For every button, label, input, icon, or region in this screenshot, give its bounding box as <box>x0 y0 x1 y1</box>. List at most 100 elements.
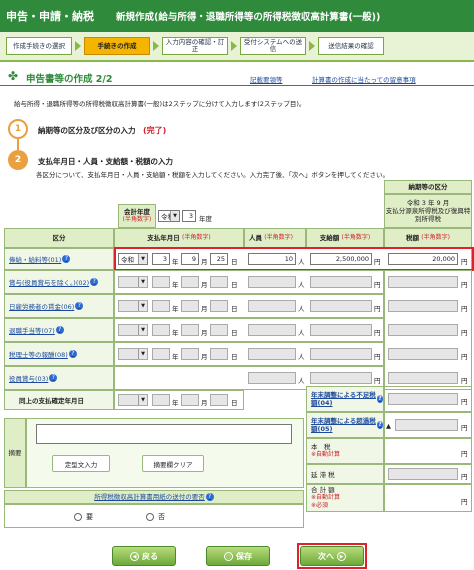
row3-month-input[interactable] <box>181 300 199 312</box>
row4-day-input[interactable] <box>210 324 228 336</box>
overpay-input[interactable] <box>388 393 458 405</box>
same-era-select[interactable]: ▼ <box>118 394 148 406</box>
row4-persons-input[interactable] <box>248 324 296 336</box>
row-label-shoyo[interactable]: 賞与(役員賞与を除く。)(02)? <box>4 270 114 294</box>
step-arrow <box>231 41 237 51</box>
excess-input[interactable] <box>395 419 458 431</box>
notes-link[interactable]: 計算書の作成に当たっての留意事項 <box>312 74 416 84</box>
row5-persons-input[interactable] <box>248 348 296 360</box>
row3-tax-input[interactable] <box>388 300 458 312</box>
fiscal-era-select[interactable]: 令和 ▼ <box>158 210 180 222</box>
excess-label[interactable]: 年末調整による超過税額(05)? <box>306 412 384 438</box>
app-title: 申告・申請・納税 <box>6 10 94 23</box>
overpay-label[interactable]: 年末調整による不足税額(04)? <box>306 386 384 412</box>
row4-month-input[interactable] <box>181 324 199 336</box>
same-date-label: 同上の支払確定年月日 <box>4 390 114 410</box>
radio-yes-circle[interactable] <box>74 513 82 521</box>
step-arrow <box>309 41 315 51</box>
row2-tax-input[interactable] <box>388 276 458 288</box>
page-title: 申告書等の作成 2/2 <box>26 74 113 85</box>
period-sub: 支払分源泉所得税及び復興特別所得税 <box>385 207 471 223</box>
row3-era-select[interactable]: ▼ <box>118 300 148 312</box>
row3-day-input[interactable] <box>210 300 228 312</box>
back-button[interactable]: ◀ 戻る <box>112 546 176 566</box>
row-label-yakuin[interactable]: 役員賞与(03)? <box>4 366 114 390</box>
summary-textarea[interactable] <box>36 424 292 444</box>
period-header: 令和 3 年 9 月 支払分源泉所得税及び復興特別所得税 <box>384 194 472 228</box>
help-icon[interactable]: ? <box>68 350 77 358</box>
row5-year-input[interactable] <box>152 348 170 360</box>
row2-amount-input[interactable] <box>310 276 372 288</box>
row-label-zeirishi[interactable]: 税理士等の報酬(08)? <box>4 342 114 366</box>
step-connector <box>17 139 19 150</box>
chevron-down-icon: ▼ <box>138 395 147 405</box>
same-day-input[interactable] <box>210 394 228 406</box>
row-label-kyuyo[interactable]: 俸給・給料等(01)? <box>4 248 114 270</box>
row2-day-input[interactable] <box>210 276 228 288</box>
row5-amount-input[interactable] <box>310 348 372 360</box>
row6-persons-input[interactable] <box>248 372 296 384</box>
help-icon[interactable]: ? <box>205 493 214 501</box>
help-icon[interactable]: ? <box>62 255 71 263</box>
app-header: 申告・申請・納税 新規作成(給与所得・退職所得等の所得税徴収高計算書(一般)) <box>0 0 474 32</box>
same-month-input[interactable] <box>181 394 199 406</box>
radio-no[interactable]: 否 <box>146 512 165 522</box>
col-tax: 税額 (半角数字) <box>384 228 472 248</box>
row3-amount-input[interactable] <box>310 300 372 312</box>
help-icon[interactable]: ? <box>90 278 99 286</box>
row3-year-input[interactable] <box>152 300 170 312</box>
attachment-question[interactable]: 所得税徴収高計算書用紙の送付の要否? <box>4 490 304 504</box>
summary-label: 摘要 <box>4 418 26 488</box>
honzei-cell <box>384 438 472 464</box>
step2-label: 支払年月日・人員・支給額・税額の入力 <box>38 157 173 166</box>
row-label-hiyatoi[interactable]: 日雇労務者の賃金(06)? <box>4 294 114 318</box>
unit-month: 月 <box>201 353 208 361</box>
row2-month-input[interactable] <box>181 276 199 288</box>
step1-label: 納期等の区分及び区分の入力 (完了) <box>38 126 167 135</box>
unit-yen: 円 <box>461 398 468 406</box>
col-amount: 支給額 (半角数字) <box>306 228 384 248</box>
row4-era-select[interactable]: ▼ <box>118 324 148 336</box>
progress-steps: 作成手続きの選択 手続きの作成 入力内容の確認・訂正 受付システムへの送信 送信… <box>0 32 474 62</box>
unit-month: 月 <box>201 399 208 407</box>
help-icon[interactable]: ? <box>376 395 383 403</box>
unit-yen: 円 <box>461 424 468 432</box>
radio-no-circle[interactable] <box>146 513 154 521</box>
row2-persons-input[interactable] <box>248 276 296 288</box>
unit-person: 人 <box>298 281 305 289</box>
row6-tax-input[interactable] <box>388 372 458 384</box>
unit-yen: 円 <box>461 377 468 385</box>
same-year-input[interactable] <box>152 394 170 406</box>
row5-day-input[interactable] <box>210 348 228 360</box>
row6-amount-input[interactable] <box>310 372 372 384</box>
help-icon[interactable]: ? <box>49 374 58 382</box>
row5-month-input[interactable] <box>181 348 199 360</box>
fiscal-year-input[interactable]: 3 <box>182 210 196 222</box>
summary-clear-button[interactable]: 摘要欄クリア <box>142 455 204 472</box>
row2-era-select[interactable]: ▼ <box>118 276 148 288</box>
row3-persons-input[interactable] <box>248 300 296 312</box>
help-icon[interactable]: ? <box>55 326 64 334</box>
unit-year: 年 <box>172 305 179 313</box>
period-title: 令和 3 年 9 月 <box>406 199 450 207</box>
row2-year-input[interactable] <box>152 276 170 288</box>
radio-yes[interactable]: 要 <box>74 512 93 522</box>
unit-day: 日 <box>231 329 238 337</box>
help-icon[interactable]: ? <box>75 302 84 310</box>
unit-person: 人 <box>298 353 305 361</box>
row4-amount-input[interactable] <box>310 324 372 336</box>
delay-input[interactable] <box>388 468 458 480</box>
row4-tax-input[interactable] <box>388 324 458 336</box>
guide-link[interactable]: 記載要領等 <box>250 74 283 84</box>
unit-year: 年 <box>172 329 179 337</box>
unit-year: 年 <box>172 281 179 289</box>
unit-yen: 円 <box>461 353 468 361</box>
save-button[interactable]: ○ 保存 <box>206 546 270 566</box>
fixed-text-button[interactable]: 定型文入力 <box>52 455 110 472</box>
row4-year-input[interactable] <box>152 324 170 336</box>
row5-tax-input[interactable] <box>388 348 458 360</box>
step-result: 送信結果の確認 <box>318 37 384 55</box>
help-icon[interactable]: ? <box>376 421 383 429</box>
row5-era-select[interactable]: ▼ <box>118 348 148 360</box>
row-label-taishoku[interactable]: 退職手当等(07)? <box>4 318 114 342</box>
